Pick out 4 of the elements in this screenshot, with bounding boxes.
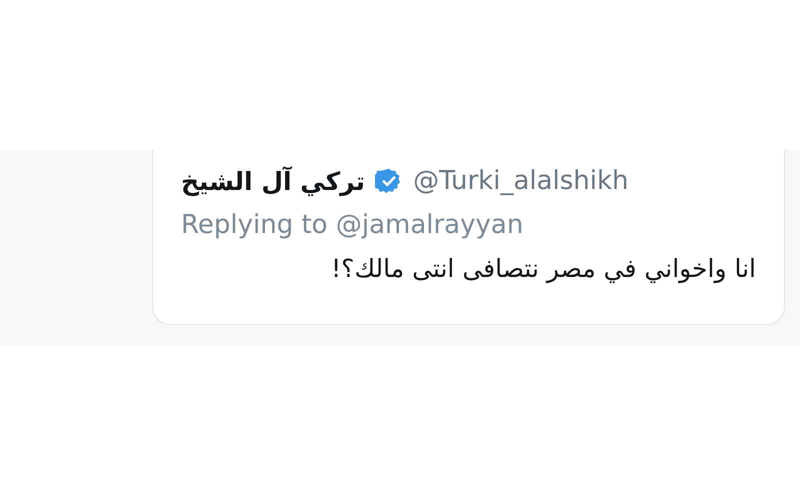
user-handle[interactable]: @Turki_alalshikh <box>413 166 629 196</box>
replying-to-text: Replying to @jamalrayyan <box>181 210 524 240</box>
tweet-text: انا واخواني في مصر نتصافى انتى مالك؟! <box>330 254 756 283</box>
display-name: تركي آل الشيخ <box>181 166 366 196</box>
